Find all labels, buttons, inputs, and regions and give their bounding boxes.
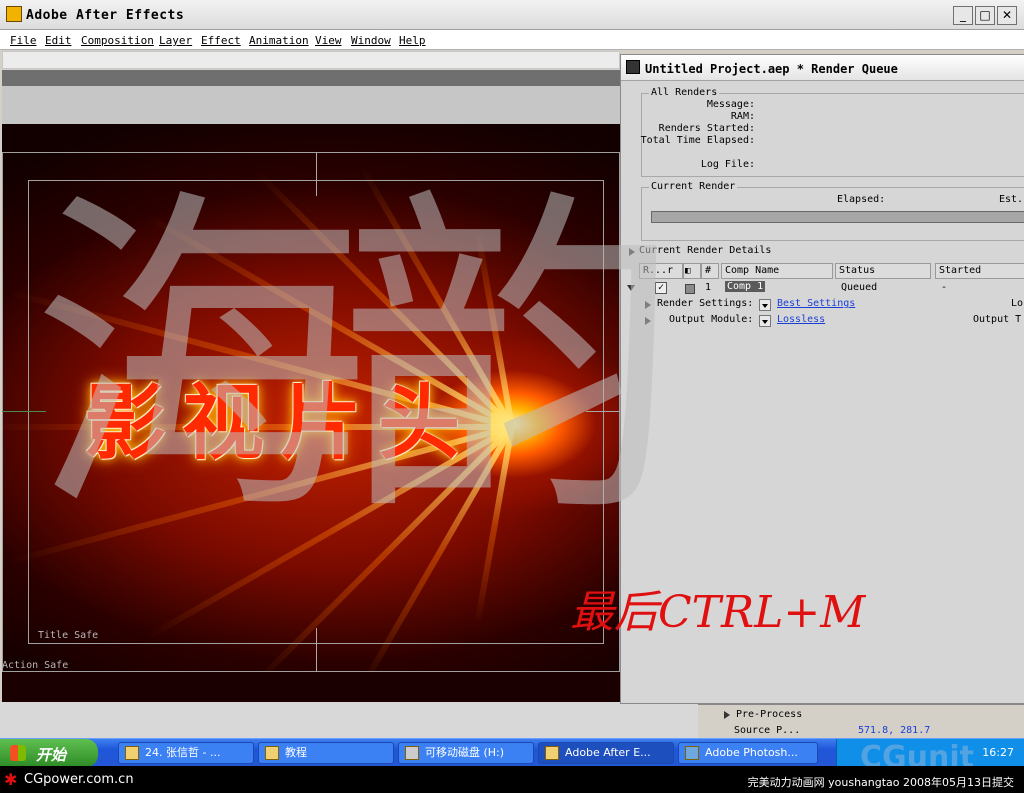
- render-settings-row: Render Settings: Best Settings Lo: [621, 297, 1024, 313]
- star-logo-icon: ✱: [4, 770, 18, 789]
- close-button[interactable]: ✕: [997, 6, 1017, 25]
- started-cell: -: [941, 282, 948, 293]
- menu-view[interactable]: View: [315, 34, 342, 47]
- comp-name-cell[interactable]: Comp 1: [725, 281, 766, 292]
- drive-icon: [405, 746, 419, 760]
- output-module-dropdown-icon[interactable]: [759, 315, 771, 327]
- elapsed-label: Elapsed:: [837, 194, 886, 205]
- task-photoshop[interactable]: Adobe Photosh...: [678, 742, 818, 764]
- output-module-label: Output Module:: [669, 314, 754, 325]
- task-after-effects[interactable]: Adobe After E...: [538, 742, 674, 764]
- task-removable-disk[interactable]: 可移动磁盘 (H:): [398, 742, 534, 764]
- app-title: Adobe After Effects: [26, 8, 185, 23]
- render-settings-label: Render Settings:: [657, 298, 754, 309]
- render-progress-bar: [651, 211, 1024, 223]
- center-guide-bottom: [316, 628, 317, 672]
- ram-label: RAM:: [730, 111, 755, 122]
- render-settings-dropdown-icon[interactable]: [759, 299, 771, 311]
- action-safe-label: Action Safe: [2, 660, 69, 671]
- renders-started-label: Renders Started:: [658, 123, 755, 134]
- menu-help[interactable]: Help: [399, 34, 426, 47]
- label-color-icon: ◧: [685, 266, 691, 276]
- app-titlebar[interactable]: Adobe After Effects _ □ ✕: [0, 0, 1024, 30]
- current-render-details-toggle[interactable]: Current Render Details: [639, 245, 771, 256]
- log-label: Lo: [1011, 298, 1024, 309]
- output-to-label: Output T: [973, 314, 1022, 325]
- log-file-label: Log File:: [700, 159, 755, 170]
- comp-bottom-area: [2, 672, 620, 702]
- render-settings-link[interactable]: Best Settings: [777, 298, 855, 309]
- footer-credit: 完美动力动画网 youshangtao 2008年05月13日提交: [747, 776, 1014, 789]
- pre-process-label: Pre-Process: [736, 709, 803, 720]
- menu-animation[interactable]: Animation: [249, 34, 309, 47]
- after-effects-icon: [545, 746, 559, 760]
- comp-header-area: [2, 86, 620, 124]
- ctrl-m-hint: 最后CTRL+M: [570, 587, 866, 638]
- music-icon: [125, 746, 139, 760]
- toolbar-strip: [2, 51, 620, 69]
- status-cell: Queued: [841, 282, 878, 293]
- current-render-label: Current Render: [649, 181, 738, 192]
- col-comp-name[interactable]: Comp Name: [721, 263, 833, 279]
- task-music-player[interactable]: 24. 张信哲 - ...: [118, 742, 254, 764]
- task-label: 教程: [285, 746, 307, 759]
- col-number[interactable]: #: [701, 263, 719, 279]
- menu-file[interactable]: File: [10, 34, 37, 47]
- start-button[interactable]: 开始: [0, 739, 98, 767]
- after-effects-icon: [6, 6, 22, 22]
- watermark-hanzi: 海韵: [30, 162, 680, 558]
- minimize-button[interactable]: _: [953, 6, 973, 25]
- comp-footer-area: [0, 702, 698, 738]
- title-safe-label: Title Safe: [38, 630, 99, 641]
- col-status[interactable]: Status: [835, 263, 931, 279]
- est-label: Est.: [999, 194, 1024, 205]
- menu-layer[interactable]: Layer: [159, 34, 192, 47]
- all-renders-label: All Renders: [649, 87, 720, 98]
- col-label-icon[interactable]: ◧: [683, 263, 701, 279]
- desktop: Adobe After Effects _ □ ✕ File Edit Comp…: [0, 0, 1024, 793]
- windows-logo-icon: [10, 745, 26, 761]
- menu-bar: File Edit Composition Layer Effect Anima…: [0, 30, 1024, 50]
- folder-icon: [265, 746, 279, 760]
- task-label: Adobe After E...: [565, 746, 651, 759]
- task-label: Adobe Photosh...: [705, 746, 798, 759]
- render-checkbox[interactable]: ✓: [655, 282, 667, 294]
- row-number: 1: [705, 282, 712, 293]
- comp-tab-strip: [2, 70, 620, 86]
- message-label: Message:: [706, 99, 755, 110]
- maximize-button[interactable]: □: [975, 6, 995, 25]
- render-queue-row[interactable]: ✓ 1 Comp 1 Queued -: [621, 281, 1024, 297]
- task-label: 24. 张信哲 - ...: [145, 746, 221, 759]
- output-module-link[interactable]: Lossless: [777, 314, 825, 325]
- total-time-elapsed-label: Total Time Elapsed:: [640, 135, 755, 146]
- menu-composition[interactable]: Composition: [81, 34, 154, 47]
- render-queue-titlebar[interactable]: Untitled Project.aep * Render Queue: [621, 55, 1024, 81]
- col-started[interactable]: Started: [935, 263, 1024, 279]
- task-label: 可移动磁盘 (H:): [425, 746, 505, 759]
- task-folder[interactable]: 教程: [258, 742, 394, 764]
- expand-triangle-icon[interactable]: [724, 711, 730, 719]
- tray-clock[interactable]: 16:27: [982, 746, 1014, 759]
- photoshop-icon: [685, 746, 699, 760]
- start-label: 开始: [36, 746, 67, 764]
- render-queue-title: Untitled Project.aep * Render Queue: [645, 62, 898, 76]
- footer-watermark-bar: ✱ CGpower.com.cn 完美动力动画网 youshangtao 200…: [0, 766, 1024, 793]
- footer-site: CGpower.com.cn: [24, 772, 134, 787]
- effect-controls-panel: Pre-Process Source P... 571.8, 281.7: [698, 704, 1024, 738]
- menu-edit[interactable]: Edit: [45, 34, 72, 47]
- source-point-value[interactable]: 571.8, 281.7: [858, 725, 930, 736]
- output-module-row: Output Module: Lossless Output T: [621, 313, 1024, 329]
- menu-effect[interactable]: Effect: [201, 34, 241, 47]
- menu-window[interactable]: Window: [351, 34, 391, 47]
- label-color-swatch[interactable]: [685, 284, 695, 294]
- render-queue-icon: [626, 60, 640, 74]
- source-point-label: Source P...: [734, 725, 801, 736]
